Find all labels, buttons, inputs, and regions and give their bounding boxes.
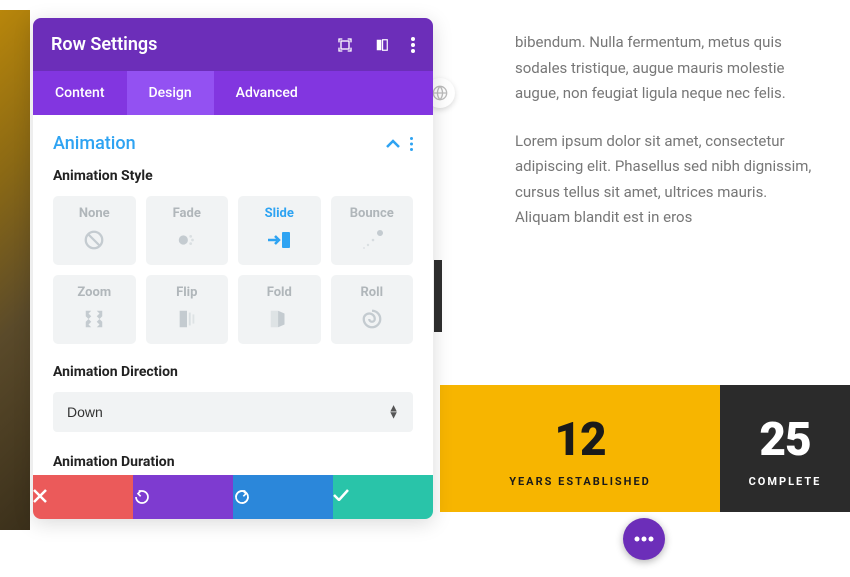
anim-flip[interactable]: Flip (146, 275, 229, 344)
anim-bounce[interactable]: Bounce (331, 196, 414, 265)
anim-zoom[interactable]: Zoom (53, 275, 136, 344)
menu-icon[interactable] (411, 37, 415, 53)
section-menu-icon[interactable] (410, 137, 413, 151)
fade-icon (152, 227, 223, 253)
stat-card-completed: 25 COMPLETE (720, 385, 850, 512)
tabs: Content Design Advanced (33, 71, 433, 115)
stat-number: 25 (740, 413, 830, 467)
section-header: Animation (53, 133, 413, 154)
cancel-button[interactable] (33, 475, 133, 519)
undo-button[interactable] (133, 475, 233, 519)
bounce-icon (337, 227, 408, 253)
stat-card-years: 12 YEARS ESTABLISHED (440, 385, 720, 512)
floating-action-button[interactable] (623, 518, 665, 560)
none-icon (59, 227, 130, 253)
slide-icon (244, 227, 315, 253)
tab-content[interactable]: Content (33, 71, 127, 115)
collapse-icon[interactable] (386, 139, 400, 149)
panel-header: Row Settings (33, 18, 433, 71)
anim-none[interactable]: None (53, 196, 136, 265)
tab-design[interactable]: Design (127, 71, 214, 115)
stat-label: COMPLETE (740, 475, 830, 488)
settings-panel: Row Settings Content Design Advanced Ani… (33, 18, 433, 519)
fold-icon (244, 306, 315, 332)
animation-duration-label: Animation Duration (53, 454, 413, 470)
anim-slide[interactable]: Slide (238, 196, 321, 265)
preview-paragraph: bibendum. Nulla fermentum, metus quis so… (515, 30, 820, 107)
animation-style-grid: None Fade Slide Bounce (53, 196, 413, 344)
zoom-icon (59, 306, 130, 332)
animation-direction-label: Animation Direction (53, 364, 413, 380)
preview-paragraph: Lorem ipsum dolor sit amet, consectetur … (515, 129, 820, 231)
roll-icon (337, 306, 408, 332)
panel-body: Animation Animation Style None Fade (33, 115, 433, 475)
stat-number: 12 (460, 413, 700, 467)
tab-advanced[interactable]: Advanced (214, 71, 320, 115)
background-image (0, 10, 30, 530)
anim-fold[interactable]: Fold (238, 275, 321, 344)
panel-icon[interactable] (375, 37, 389, 53)
section-title[interactable]: Animation (53, 133, 136, 154)
anim-roll[interactable]: Roll (331, 275, 414, 344)
anim-fade[interactable]: Fade (146, 196, 229, 265)
direction-select[interactable]: Down (53, 392, 413, 432)
redo-button[interactable] (233, 475, 333, 519)
expand-icon[interactable] (337, 37, 353, 53)
stats-row: 12 YEARS ESTABLISHED 25 COMPLETE (440, 385, 850, 512)
preview-dark-strip (434, 260, 442, 332)
save-button[interactable] (333, 475, 433, 519)
stat-label: YEARS ESTABLISHED (460, 475, 700, 488)
animation-style-label: Animation Style (53, 168, 413, 184)
panel-title: Row Settings (51, 34, 157, 55)
flip-icon (152, 306, 223, 332)
panel-footer (33, 475, 433, 519)
